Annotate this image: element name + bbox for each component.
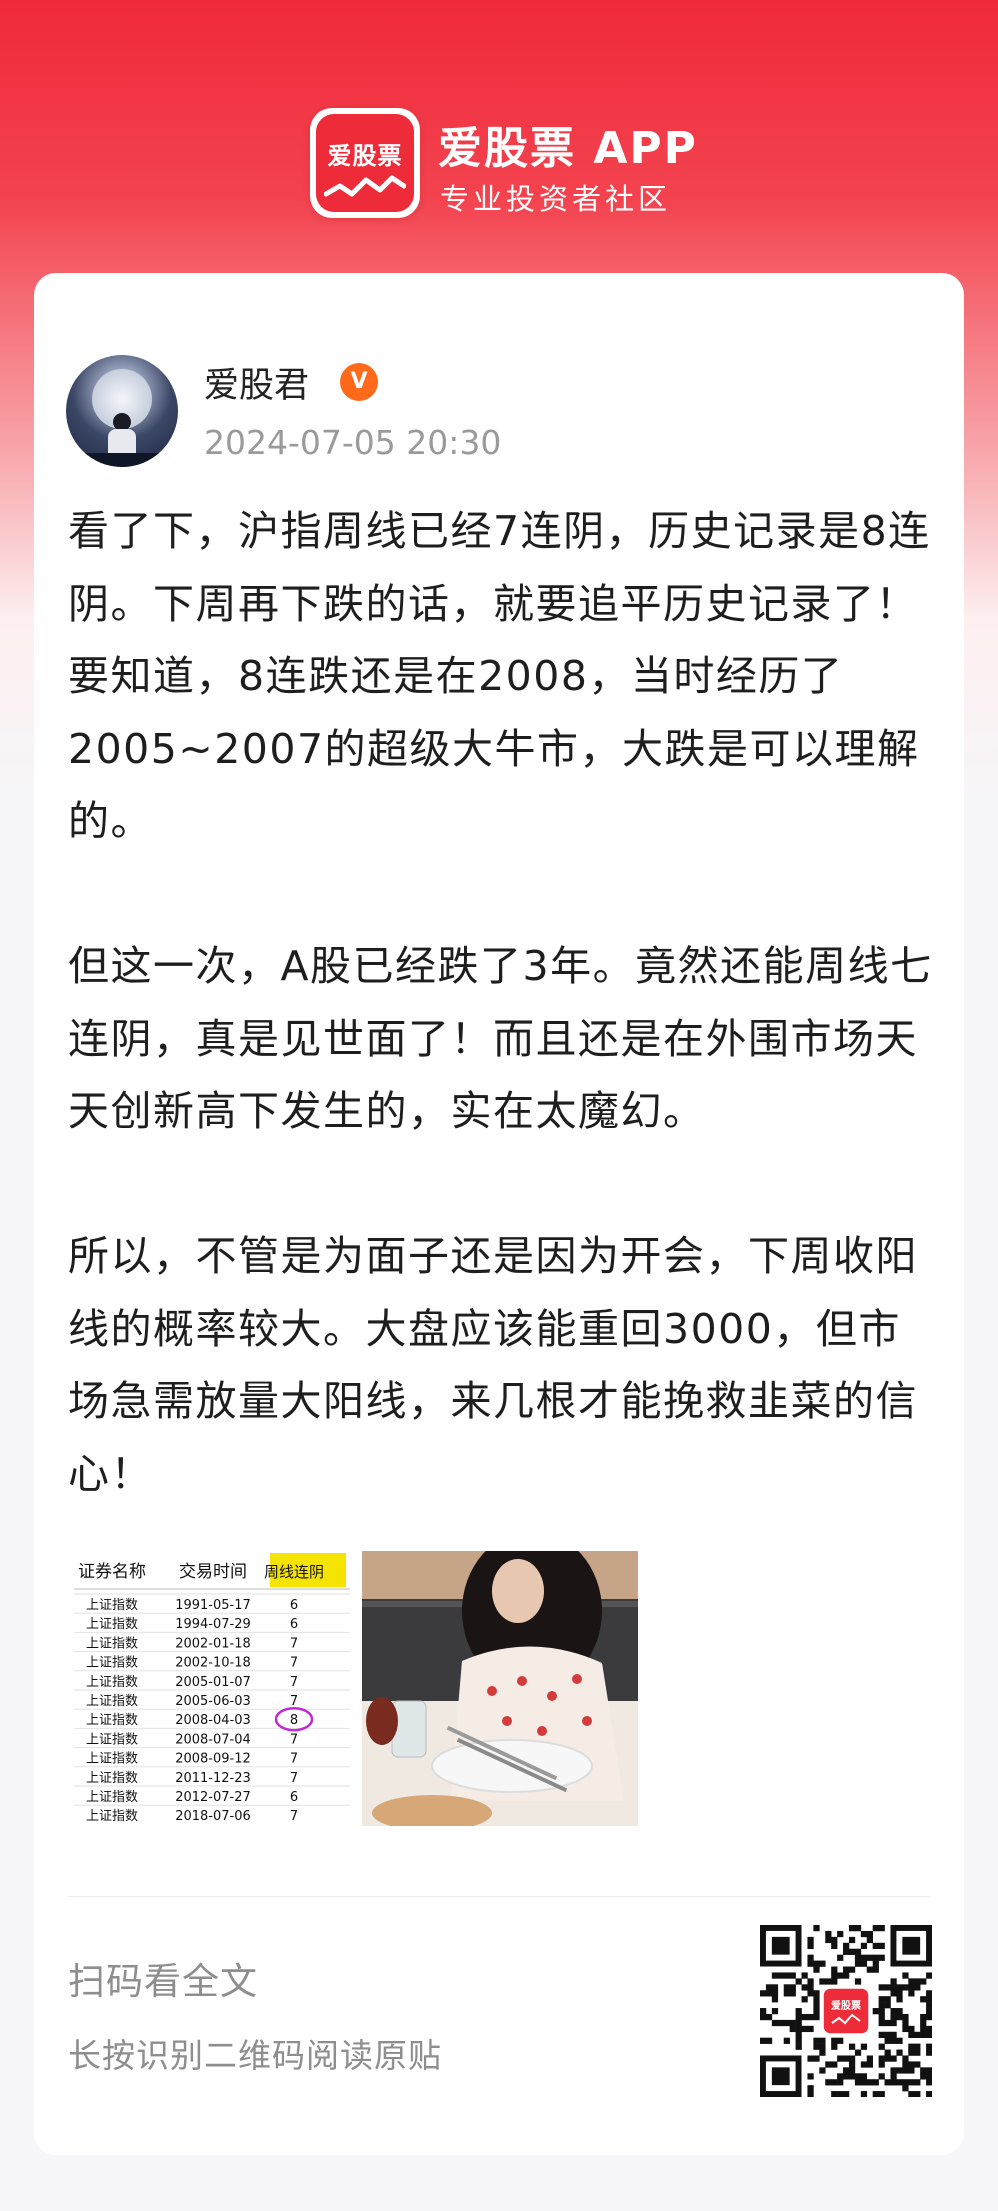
table-header-cell: 交易时间: [179, 1562, 247, 1582]
history-table: 证券名称 交易时间 周线连阴上证指数 1991-05-17 6 上证指数 1994-07-2…: [74, 1553, 350, 1824]
app-tagline: 专业投资者社区: [440, 182, 672, 216]
table-cell: 7: [290, 1694, 298, 1709]
post-paragraph: 但这一次，A股已经跌了3年。竟然还能周线七连阴，真是见世面了！而且还是在外围市场…: [68, 942, 933, 1135]
post-paragraph: 所以，不管是为面子还是因为开会，下周收阳线的概率较大。大盘应该能重回3000，但…: [68, 1232, 918, 1498]
table-cell: 上证指数: [86, 1675, 138, 1690]
photo-illustration: [362, 1551, 638, 1826]
table-cell: 7: [290, 1771, 298, 1786]
post-timestamp: 2024-07-05 20:30: [204, 423, 502, 462]
table-cell: 上证指数: [86, 1713, 138, 1728]
chart-line-icon: [324, 175, 406, 197]
table-cell: 上证指数: [86, 1771, 138, 1786]
table-cell: 2005-06-03: [175, 1694, 251, 1709]
avatar[interactable]: [66, 355, 178, 467]
table-cell: 2005-01-07: [175, 1675, 251, 1690]
table-cell: 2008-07-04: [175, 1732, 251, 1747]
table-cell: 7: [290, 1752, 298, 1767]
qr-code[interactable]: 爱股票: [760, 1925, 933, 2098]
table-cell: 2018-07-06: [175, 1809, 251, 1824]
table-cell: 7: [290, 1656, 298, 1671]
app-logo: 爱股票: [310, 108, 420, 218]
qr-center-text: 爱股票: [831, 1999, 861, 2012]
verified-badge-icon: V: [340, 363, 378, 401]
table-cell: 上证指数: [86, 1809, 138, 1824]
table-cell: 7: [290, 1732, 298, 1747]
table-cell: 2012-07-27: [175, 1790, 251, 1805]
table-cell: 上证指数: [86, 1790, 138, 1805]
table-cell: 7: [290, 1809, 298, 1824]
post-card: 爱股君 V 2024-07-05 20:30 看了下，沪指周线已经7连阴，历史记…: [34, 273, 964, 2155]
table-header-cell: 证券名称: [78, 1562, 146, 1582]
scan-title: 扫码看全文: [68, 1960, 258, 2003]
username[interactable]: 爱股君: [204, 357, 309, 408]
post-image-photo[interactable]: [362, 1551, 638, 1826]
qr-code-image: 爱股票: [760, 1925, 933, 2098]
table-cell: 上证指数: [86, 1617, 138, 1632]
table-cell: 6: [290, 1598, 298, 1613]
table-cell: 7: [290, 1675, 298, 1690]
app-header: 爱股票 爱股票 APP 专业投资者社区: [0, 0, 998, 270]
table-cell: 2008-04-03: [175, 1713, 251, 1728]
post-body: 看了下，沪指周线已经7连阴，历史记录是8连阴。下周再下跌的话，就要追平历史记录了…: [68, 495, 940, 1510]
table-cell: 上证指数: [86, 1598, 138, 1613]
table-cell: 上证指数: [86, 1636, 138, 1651]
divider: [68, 1896, 930, 1897]
table-cell: 7: [290, 1636, 298, 1651]
table-cell: 6: [290, 1617, 298, 1632]
table-cell: 2008-09-12: [175, 1752, 251, 1767]
table-cell: 上证指数: [86, 1656, 138, 1671]
table-cell: 2011-12-23: [175, 1771, 251, 1786]
app-logo-text: 爱股票: [327, 142, 403, 170]
table-cell: 上证指数: [86, 1694, 138, 1709]
table-cell: 上证指数: [86, 1752, 138, 1767]
table-cell: 1994-07-29: [175, 1617, 251, 1632]
post-paragraph: 看了下，沪指周线已经7连阴，历史记录是8连阴。下周再下跌的话，就要追平历史记录了…: [68, 507, 931, 845]
table-cell: 1991-05-17: [175, 1598, 251, 1613]
table-cell: 2002-10-18: [175, 1656, 251, 1671]
table-cell: 上证指数: [86, 1732, 138, 1747]
app-title: 爱股票 APP: [438, 123, 698, 174]
post-image-table[interactable]: 证券名称 交易时间 周线连阴上证指数 1991-05-17 6 上证指数 1994-07-2…: [74, 1551, 350, 1826]
table-cell: 8: [290, 1713, 298, 1728]
table-cell: 6: [290, 1790, 298, 1805]
table-header-cell: 周线连阴: [264, 1563, 324, 1581]
table-cell: 2002-01-18: [175, 1636, 251, 1651]
scan-subtitle: 长按识别二维码阅读原贴: [68, 2036, 442, 2075]
